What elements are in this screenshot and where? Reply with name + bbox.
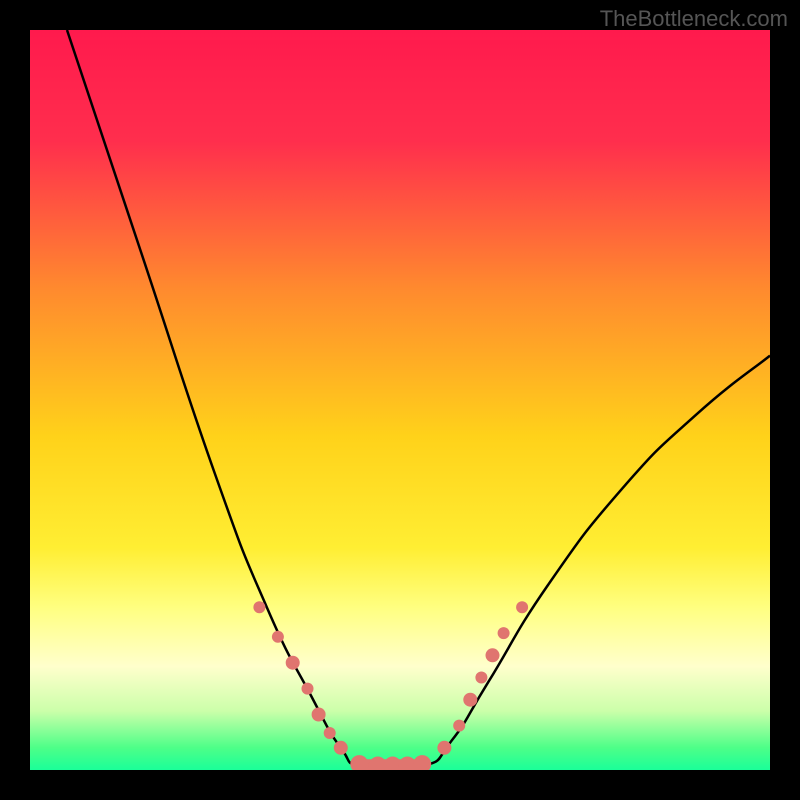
- data-marker: [272, 631, 284, 643]
- data-marker: [463, 693, 477, 707]
- data-marker: [516, 601, 528, 613]
- data-marker: [334, 741, 348, 755]
- data-marker: [286, 656, 300, 670]
- data-marker: [253, 601, 265, 613]
- data-marker: [413, 755, 431, 770]
- data-marker: [437, 741, 451, 755]
- chart-plot-area: [30, 30, 770, 770]
- data-marker: [453, 720, 465, 732]
- data-marker: [486, 648, 500, 662]
- data-marker: [324, 727, 336, 739]
- chart-curves: [30, 30, 770, 770]
- data-marker: [498, 627, 510, 639]
- data-marker: [302, 683, 314, 695]
- data-marker: [312, 708, 326, 722]
- data-marker: [475, 672, 487, 684]
- bottleneck-curve: [67, 30, 770, 770]
- watermark-text: TheBottleneck.com: [600, 6, 788, 32]
- data-marker: [350, 755, 368, 770]
